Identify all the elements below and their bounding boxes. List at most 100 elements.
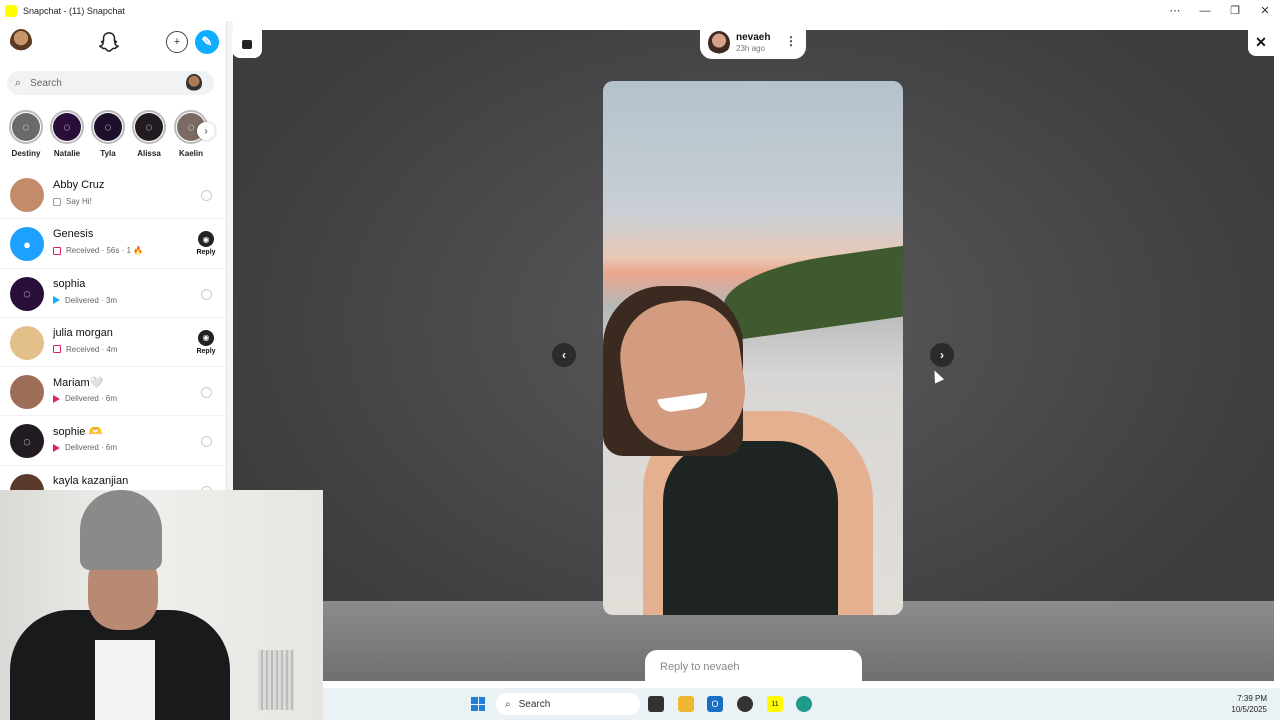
received-snap-icon xyxy=(53,246,61,255)
chat-status-text: Received · 4m xyxy=(66,344,118,354)
story-timestamp: 23h ago xyxy=(736,44,765,53)
story-name: Kaelin xyxy=(178,149,203,158)
chat-row[interactable]: Mariam🤍 Delivered · 6m xyxy=(0,367,226,417)
delivered-arrow-icon xyxy=(53,443,60,452)
chat-name: sophie 🫶 xyxy=(53,426,103,439)
photo-vest xyxy=(663,441,838,615)
sidebar-header: + ✎ xyxy=(0,21,226,63)
chat-toggle-button[interactable] xyxy=(232,30,262,58)
story-avatar: ◌ xyxy=(135,113,163,141)
chat-status: Say Hi! xyxy=(53,197,92,206)
chat-status: Delivered · 6m xyxy=(53,443,117,452)
next-story-button[interactable]: › xyxy=(930,343,954,367)
task-view-icon[interactable] xyxy=(648,696,664,712)
reply-label[interactable]: Reply xyxy=(196,249,216,256)
story-item[interactable]: ◌ Tyla xyxy=(89,110,127,158)
snapchat-logo-icon xyxy=(5,4,17,17)
windows-taskbar: ⌕ Search O 11 7:39 PM 10/5/2025 xyxy=(323,688,1280,720)
chat-name: sophia xyxy=(53,277,86,290)
chat-avatar xyxy=(10,473,44,490)
chat-name: Mariam🤍 xyxy=(53,377,104,390)
story-author-name[interactable]: nevaeh xyxy=(736,32,770,43)
windows-start-icon[interactable] xyxy=(471,697,485,711)
webcam-overlay xyxy=(0,490,323,720)
chat-status-text: Delivered · 6m xyxy=(65,443,118,453)
search-placeholder: Search xyxy=(30,77,62,89)
camera-circle-icon[interactable] xyxy=(200,436,212,448)
photo-hills xyxy=(719,241,903,341)
camera-circle-icon[interactable] xyxy=(200,190,212,201)
outlook-icon[interactable]: O xyxy=(707,696,723,712)
chat-row[interactable]: ◌ sophia Delivered · 3m xyxy=(0,269,226,318)
chat-name: julia morgan xyxy=(53,326,113,339)
more-options-icon[interactable]: ⋯ xyxy=(1160,0,1190,21)
stories-next-button[interactable]: › xyxy=(197,122,215,140)
close-window-button[interactable]: ✕ xyxy=(1250,0,1280,21)
delivered-arrow-icon xyxy=(53,394,60,403)
snapchat-taskbar-icon[interactable]: 11 xyxy=(767,696,783,712)
reply-label[interactable]: Reply xyxy=(196,348,216,355)
chat-status: Delivered · 3m xyxy=(53,296,117,305)
chat-icon xyxy=(242,39,252,49)
chat-avatar xyxy=(10,178,44,212)
story-name: Tyla xyxy=(100,149,116,158)
minimize-button[interactable]: — xyxy=(1190,0,1220,21)
new-chat-button[interactable]: ✎ xyxy=(195,30,219,54)
maximize-button[interactable]: ❐ xyxy=(1220,0,1250,21)
chat-avatar: ◌ xyxy=(10,276,44,311)
webcam-shirt xyxy=(95,640,155,720)
chat-status-text: Delivered · 3m xyxy=(65,295,118,305)
delivered-arrow-icon xyxy=(53,296,60,305)
taskbar-clock[interactable]: 7:39 PM 10/5/2025 xyxy=(1231,693,1267,715)
story-photo[interactable] xyxy=(603,81,903,615)
search-bar[interactable]: ⌕ Search xyxy=(7,71,214,95)
camera-icon[interactable]: ◉ xyxy=(198,329,214,346)
story-item[interactable]: ◌ Alissa xyxy=(130,110,168,158)
story-more-icon[interactable]: ⋮ xyxy=(785,34,797,48)
story-avatar: ◌ xyxy=(53,113,81,141)
story-reply-input[interactable]: Reply to nevaeh xyxy=(645,650,862,681)
window-titlebar: Snapchat - (11) Snapchat ⋯ — ❐ ✕ xyxy=(0,0,1280,21)
story-item[interactable]: ◌ Natalie xyxy=(48,110,86,158)
close-story-button[interactable]: ✕ xyxy=(1248,28,1274,56)
chat-sidebar: + ✎ ⌕ Search ◌ Destiny ◌ Natalie ◌ Tyla … xyxy=(0,21,227,490)
story-name: Alissa xyxy=(137,149,161,158)
snapchat-badge: 11 xyxy=(771,700,779,708)
chat-avatar: ● xyxy=(10,227,44,262)
story-header: nevaeh 23h ago ⋮ xyxy=(700,28,806,59)
clock-time: 7:39 PM xyxy=(1237,694,1267,703)
app-icon[interactable] xyxy=(737,696,753,712)
chat-row[interactable]: ◌ sophie 🫶 Delivered · 6m xyxy=(0,416,226,466)
chat-row[interactable]: Abby Cruz Say Hi! xyxy=(0,170,226,220)
search-icon: ⌕ xyxy=(15,76,22,89)
search-icon: ⌕ xyxy=(505,698,511,710)
add-friend-icon[interactable]: + xyxy=(166,31,188,53)
chat-avatar xyxy=(10,325,44,360)
chat-row[interactable]: kayla kazanjian xyxy=(0,466,226,490)
chat-status-text: Say Hi! xyxy=(66,197,92,206)
chat-bubble-icon xyxy=(53,197,61,206)
previous-story-button[interactable]: ‹ xyxy=(552,343,576,367)
chat-list: Abby Cruz Say Hi! ● Genesis Received · 5… xyxy=(0,170,226,490)
bitmoji-icon[interactable] xyxy=(186,74,202,92)
chat-status: Received · 56s · 1 🔥 xyxy=(53,246,143,255)
webcam-hat xyxy=(80,490,162,570)
chat-name: kayla kazanjian xyxy=(53,474,129,487)
story-avatar: ◌ xyxy=(12,113,40,141)
snapchat-ghost-icon[interactable] xyxy=(98,30,120,54)
profile-avatar[interactable] xyxy=(10,29,32,55)
stories-row: ◌ Destiny ◌ Natalie ◌ Tyla ◌ Alissa ◌ Ka… xyxy=(0,110,226,166)
story-author-avatar[interactable] xyxy=(708,31,730,55)
edge-icon[interactable] xyxy=(796,696,812,712)
chat-row[interactable]: ● Genesis Received · 56s · 1 🔥 ◉ Reply xyxy=(0,219,226,269)
story-item[interactable]: ◌ Destiny xyxy=(7,110,45,158)
chat-row[interactable]: julia morgan Received · 4m ◉ Reply xyxy=(0,318,226,368)
chat-avatar: ◌ xyxy=(10,424,44,459)
camera-circle-icon[interactable] xyxy=(200,288,212,300)
camera-icon[interactable]: ◉ xyxy=(198,231,214,248)
story-name: Destiny xyxy=(11,149,41,158)
reply-placeholder: Reply to nevaeh xyxy=(660,661,740,673)
file-explorer-icon[interactable] xyxy=(678,696,694,712)
taskbar-search[interactable]: ⌕ Search xyxy=(496,693,640,715)
camera-circle-icon[interactable] xyxy=(200,387,212,399)
